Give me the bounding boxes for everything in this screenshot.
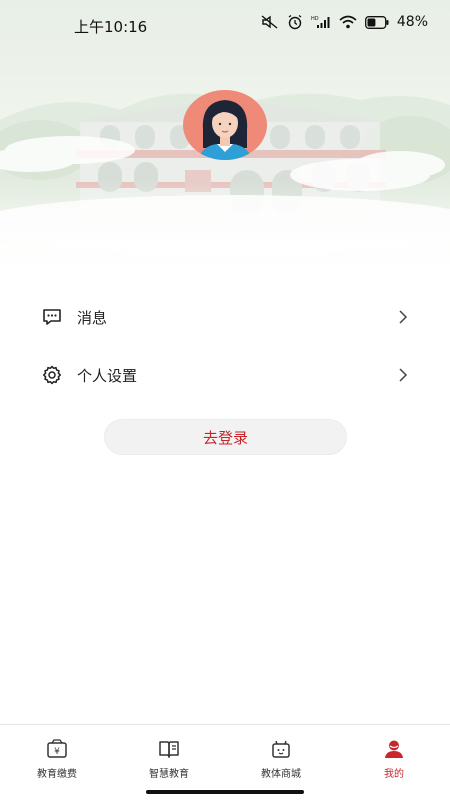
wifi-icon	[339, 15, 357, 29]
tab-smart-education[interactable]: 智慧教育	[124, 739, 214, 780]
user-icon	[385, 740, 403, 758]
tab-label: 智慧教育	[149, 769, 189, 780]
profile-menu: 消息 个人设置	[0, 288, 450, 404]
bottom-tab-bar: ¥ 教育缴费 智慧教育 教体商城 我的	[0, 724, 450, 800]
svg-text:¥: ¥	[54, 747, 60, 757]
login-button-label: 去登录	[202, 428, 248, 447]
menu-item-label: 个人设置	[77, 366, 138, 385]
svg-text:HD: HD	[311, 16, 319, 22]
message-icon	[43, 309, 61, 325]
tab-label: 教体商城	[261, 769, 301, 780]
book-icon	[159, 741, 179, 758]
gear-icon	[42, 365, 62, 385]
login-button[interactable]: 去登录	[104, 419, 347, 455]
menu-item-messages[interactable]: 消息	[0, 288, 450, 346]
mute-icon	[261, 15, 278, 29]
chevron-right-icon	[399, 368, 408, 382]
tab-mine[interactable]: 我的	[349, 739, 439, 780]
status-icons: HD 48%	[261, 14, 428, 30]
battery-percent: 48%	[396, 14, 428, 30]
menu-item-label: 消息	[77, 308, 108, 327]
status-time: 上午10:16	[74, 18, 148, 36]
alarm-icon	[288, 14, 302, 30]
user-avatar-icon	[183, 90, 267, 160]
tab-education-payment[interactable]: ¥ 教育缴费	[12, 739, 102, 780]
chevron-right-icon	[399, 310, 408, 324]
shop-icon	[272, 740, 290, 758]
tab-label: 我的	[384, 769, 404, 780]
status-bar: 上午10:16 HD 48%	[0, 0, 450, 48]
payment-icon: ¥	[47, 739, 67, 758]
home-indicator	[146, 790, 304, 794]
avatar[interactable]	[183, 90, 267, 160]
menu-item-settings[interactable]: 个人设置	[0, 346, 450, 404]
tab-label: 教育缴费	[37, 769, 77, 780]
battery-icon	[364, 15, 389, 29]
hd-signal-icon: HD	[311, 16, 330, 28]
tab-sports-mall[interactable]: 教体商城	[236, 739, 326, 780]
